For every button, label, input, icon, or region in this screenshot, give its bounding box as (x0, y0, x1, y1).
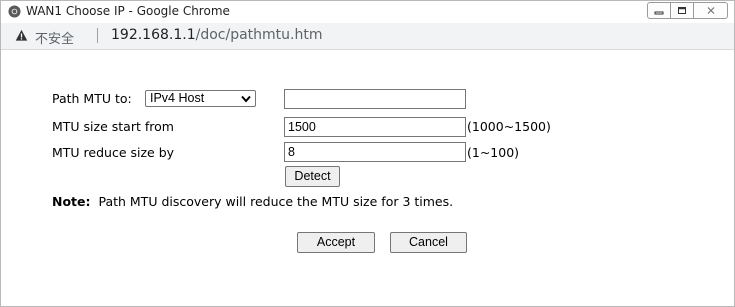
minimize-icon (654, 11, 664, 14)
note-label: Note: (52, 194, 91, 209)
path-mtu-select-value: IPv4 Host (150, 91, 205, 105)
detect-button[interactable]: Detect (285, 166, 340, 187)
url-path: /doc/pathmtu.htm (195, 27, 323, 43)
path-mtu-select[interactable]: IPv4 Host (145, 90, 256, 107)
mtu-reduce-input[interactable]: 8 (284, 142, 466, 162)
mtu-start-input[interactable]: 1500 (284, 117, 466, 137)
mtu-reduce-label: MTU reduce size by (52, 145, 175, 160)
path-mtu-label: Path MTU to: (52, 91, 132, 106)
maximize-button[interactable] (671, 2, 694, 19)
chevron-down-icon (241, 95, 251, 103)
address-divider (97, 28, 98, 43)
path-mtu-target-input[interactable] (284, 89, 466, 109)
url-text[interactable]: 192.168.1.1/doc/pathmtu.htm (111, 27, 322, 43)
browser-window: WAN1 Choose IP - Google Chrome 不安全 192.1… (0, 0, 735, 307)
close-button[interactable] (694, 2, 728, 19)
minimize-button[interactable] (647, 2, 671, 19)
url-host: 192.168.1.1 (111, 27, 196, 43)
title-bar: WAN1 Choose IP - Google Chrome (1, 1, 734, 23)
mtu-start-range: (1000~1500) (467, 119, 551, 134)
mtu-reduce-range: (1~100) (467, 145, 520, 160)
security-status-label[interactable]: 不安全 (35, 28, 74, 47)
window-title: WAN1 Choose IP - Google Chrome (26, 4, 230, 18)
note-message: Path MTU discovery will reduce the MTU s… (98, 194, 454, 209)
note-text: Note: Path MTU discovery will reduce the… (52, 194, 453, 209)
window-controls (647, 2, 730, 19)
accept-button[interactable]: Accept (297, 232, 375, 253)
cancel-button[interactable]: Cancel (390, 232, 467, 253)
page-content: Path MTU to: IPv4 Host MTU size start fr… (1, 50, 734, 306)
mtu-start-label: MTU size start from (52, 119, 174, 134)
maximize-icon (678, 7, 686, 14)
warning-icon[interactable] (15, 29, 28, 42)
close-icon (707, 7, 714, 14)
chrome-logo-icon (8, 5, 21, 18)
address-bar[interactable]: 不安全 192.168.1.1/doc/pathmtu.htm (1, 23, 734, 50)
